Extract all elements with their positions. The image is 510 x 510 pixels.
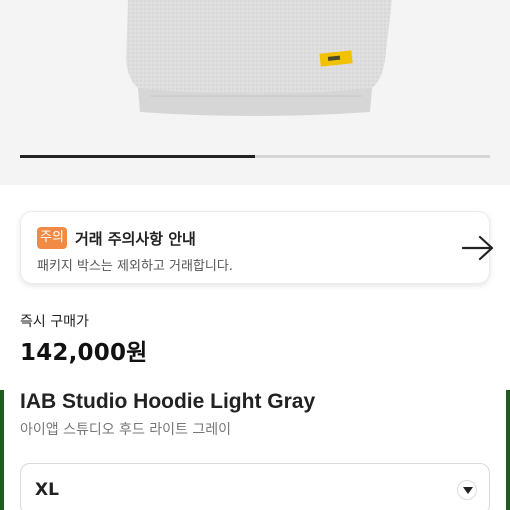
product-title-ko: 아이앱 스튜디오 후드 라이트 그레이 bbox=[20, 422, 231, 438]
right-edge-accent bbox=[506, 390, 510, 510]
size-select[interactable]: XL bbox=[20, 463, 490, 510]
chevron-down-icon[interactable] bbox=[457, 480, 477, 500]
arrow-right-icon[interactable] bbox=[461, 234, 495, 266]
gallery-progress-fill bbox=[20, 155, 255, 158]
trade-notice-card[interactable]: 주의 거래 주의사항 안내 패키지 박스는 제외하고 거래합니다. bbox=[20, 211, 494, 284]
notice-title: 거래 주의사항 안내 bbox=[75, 230, 196, 248]
size-select-value: XL bbox=[35, 480, 59, 500]
product-image-gallery[interactable] bbox=[0, 0, 510, 185]
instant-buy-price: 142,000원 bbox=[20, 340, 148, 366]
warning-badge: 주의 bbox=[37, 227, 67, 249]
gallery-progress-bar bbox=[20, 155, 490, 158]
instant-buy-price-label: 즉시 구매가 bbox=[20, 314, 89, 330]
notice-description: 패키지 박스는 제외하고 거래합니다. bbox=[37, 259, 233, 274]
product-title-en: IAB Studio Hoodie Light Gray bbox=[20, 390, 316, 413]
left-edge-accent bbox=[0, 390, 4, 510]
